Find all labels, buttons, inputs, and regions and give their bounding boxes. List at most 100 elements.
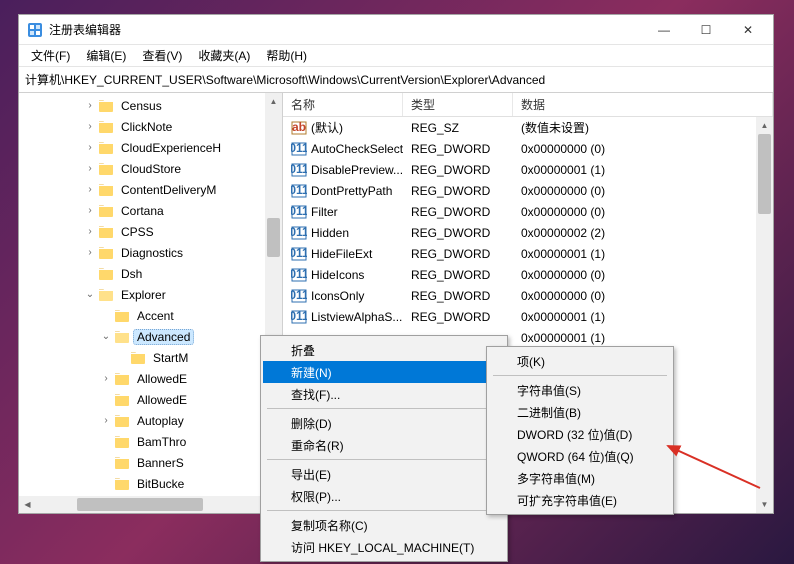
- minimize-button[interactable]: —: [643, 16, 685, 44]
- menu-edit[interactable]: 编辑(E): [78, 45, 134, 66]
- sub-qword[interactable]: QWORD (64 位)值(Q): [489, 445, 671, 467]
- value-name: 011DisablePreview...: [283, 162, 403, 178]
- tree-item-cortana[interactable]: ›Cortana: [19, 200, 282, 221]
- chevron-right-icon[interactable]: ›: [83, 142, 97, 153]
- list-row[interactable]: ab(默认)REG_SZ(数值未设置): [283, 117, 773, 138]
- svg-text:011: 011: [291, 162, 307, 176]
- ctx-rename[interactable]: 重命名(R): [263, 434, 505, 456]
- list-header[interactable]: 名称 类型 数据: [283, 93, 773, 117]
- column-type[interactable]: 类型: [403, 93, 513, 116]
- value-type: REG_DWORD: [403, 184, 513, 198]
- value-name: ab(默认): [283, 119, 403, 136]
- annotation-arrow-icon: [660, 438, 770, 498]
- list-row[interactable]: 011ListviewAlphaS...REG_DWORD0x00000001 …: [283, 306, 773, 327]
- sub-binary[interactable]: 二进制值(B): [489, 401, 671, 423]
- scroll-thumb[interactable]: [267, 218, 280, 257]
- tree-item-cpss[interactable]: › CPSS: [19, 221, 282, 242]
- tree-item-bannerstore[interactable]: BannerS: [19, 452, 282, 473]
- value-name: 011HideIcons: [283, 267, 403, 283]
- sub-dword[interactable]: DWORD (32 位)值(D): [489, 423, 671, 445]
- tree-item-bitbucket[interactable]: BitBucke: [19, 473, 282, 494]
- list-row[interactable]: 011FilterREG_DWORD0x00000000 (0): [283, 201, 773, 222]
- list-row[interactable]: 011DontPrettyPathREG_DWORD0x00000000 (0): [283, 180, 773, 201]
- tree-item-explorer[interactable]: ⌄Explorer: [19, 284, 282, 305]
- chevron-right-icon[interactable]: ›: [83, 100, 97, 111]
- menu-favorites[interactable]: 收藏夹(A): [190, 45, 258, 66]
- svg-text:011: 011: [291, 267, 307, 281]
- column-data[interactable]: 数据: [513, 93, 773, 116]
- sub-key[interactable]: 项(K): [489, 350, 671, 372]
- tree-item-accent[interactable]: Accent: [19, 305, 282, 326]
- tree-item-census[interactable]: ›Census: [19, 95, 282, 116]
- ctx-copy-key-name[interactable]: 复制项名称(C): [263, 514, 505, 536]
- chevron-right-icon[interactable]: ›: [83, 121, 97, 132]
- address-prefix: 计算机\: [25, 71, 64, 88]
- chevron-right-icon[interactable]: ›: [99, 415, 113, 426]
- key-tree[interactable]: ›Census›ClickNote›CloudExperienceH›Cloud…: [19, 93, 283, 513]
- chevron-right-icon[interactable]: ›: [99, 373, 113, 384]
- tree-item-label: StartM: [149, 350, 192, 366]
- menu-help[interactable]: 帮助(H): [258, 45, 315, 66]
- value-data: 0x00000000 (0): [513, 268, 773, 282]
- sub-expand-string[interactable]: 可扩充字符串值(E): [489, 489, 671, 511]
- dword-value-icon: 011: [291, 204, 307, 220]
- chevron-right-icon[interactable]: ›: [83, 163, 97, 174]
- tree-item-diagnostics[interactable]: › Diagnostics: [19, 242, 282, 263]
- menu-file[interactable]: 文件(F): [23, 45, 78, 66]
- list-row[interactable]: 011HideIconsREG_DWORD0x00000000 (0): [283, 264, 773, 285]
- ctx-collapse[interactable]: 折叠: [263, 339, 505, 361]
- tree-item-contentdeliverymanager[interactable]: ›ContentDeliveryM: [19, 179, 282, 200]
- chevron-down-icon[interactable]: ⌄: [99, 331, 113, 342]
- separator: [267, 510, 501, 511]
- tree-item-dsh[interactable]: Dsh: [19, 263, 282, 284]
- menu-view[interactable]: 查看(V): [134, 45, 190, 66]
- dword-value-icon: 011: [291, 288, 307, 304]
- new-submenu: 项(K) 字符串值(S) 二进制值(B) DWORD (32 位)值(D) QW…: [486, 346, 674, 515]
- sub-multi-string[interactable]: 多字符串值(M): [489, 467, 671, 489]
- close-button[interactable]: ✕: [727, 16, 769, 44]
- list-row[interactable]: 011AutoCheckSelectREG_DWORD0x00000000 (0…: [283, 138, 773, 159]
- column-name[interactable]: 名称: [283, 93, 403, 116]
- scroll-thumb[interactable]: [758, 134, 771, 214]
- scroll-up-icon[interactable]: ▲: [265, 93, 282, 110]
- ctx-new[interactable]: 新建(N)▶: [263, 361, 505, 383]
- titlebar[interactable]: 注册表编辑器 — ☐ ✕: [19, 15, 773, 45]
- ctx-export[interactable]: 导出(E): [263, 463, 505, 485]
- chevron-down-icon[interactable]: ⌄: [83, 289, 97, 300]
- value-data: (数值未设置): [513, 119, 773, 136]
- ctx-goto-hklm[interactable]: 访问 HKEY_LOCAL_MACHINE(T): [263, 536, 505, 558]
- tree-item-cloudstore[interactable]: ›CloudStore: [19, 158, 282, 179]
- tree-item-label: CPSS: [117, 224, 158, 240]
- dword-value-icon: 011: [291, 267, 307, 283]
- address-bar[interactable]: 计算机\HKEY_CURRENT_USER\Software\Microsoft…: [19, 67, 773, 93]
- ctx-permissions[interactable]: 权限(P)...: [263, 485, 505, 507]
- dword-value-icon: 011: [291, 246, 307, 262]
- value-data: 0x00000001 (1): [513, 331, 773, 345]
- tree-item-bamthrottling[interactable]: BamThro: [19, 431, 282, 452]
- tree-item-advanced[interactable]: ⌄Advanced: [19, 326, 282, 347]
- tree-item-cloudexperiencehost[interactable]: ›CloudExperienceH: [19, 137, 282, 158]
- list-row[interactable]: 011DisablePreview...REG_DWORD0x00000001 …: [283, 159, 773, 180]
- list-row[interactable]: 011IconsOnlyREG_DWORD0x00000000 (0): [283, 285, 773, 306]
- ctx-find[interactable]: 查找(F)...: [263, 383, 505, 405]
- chevron-right-icon[interactable]: ›: [83, 184, 97, 195]
- tree-item-allowedenumeration2[interactable]: AllowedE: [19, 389, 282, 410]
- chevron-right-icon[interactable]: ›: [83, 205, 97, 216]
- list-row[interactable]: 011HideFileExtREG_DWORD0x00000001 (1): [283, 243, 773, 264]
- scroll-up-icon[interactable]: ▲: [756, 117, 773, 134]
- ctx-delete[interactable]: 删除(D): [263, 412, 505, 434]
- list-row[interactable]: 011HiddenREG_DWORD0x00000002 (2): [283, 222, 773, 243]
- tree-item-label: Diagnostics: [117, 245, 187, 261]
- tree-scrollbar-h[interactable]: ◀ ▶: [19, 496, 282, 513]
- chevron-right-icon[interactable]: ›: [83, 247, 97, 258]
- sub-string[interactable]: 字符串值(S): [489, 379, 671, 401]
- tree-item-autoplayhandlers[interactable]: ›Autoplay: [19, 410, 282, 431]
- tree-item-clicknote[interactable]: ›ClickNote: [19, 116, 282, 137]
- chevron-right-icon[interactable]: ›: [83, 226, 97, 237]
- tree-item-startmenu[interactable]: StartM: [19, 347, 282, 368]
- scroll-thumb-h[interactable]: [77, 498, 203, 511]
- scroll-left-icon[interactable]: ◀: [19, 496, 36, 513]
- maximize-button[interactable]: ☐: [685, 16, 727, 44]
- tree-item-allowedenumeration[interactable]: ›AllowedE: [19, 368, 282, 389]
- scroll-down-icon[interactable]: ▼: [756, 496, 773, 513]
